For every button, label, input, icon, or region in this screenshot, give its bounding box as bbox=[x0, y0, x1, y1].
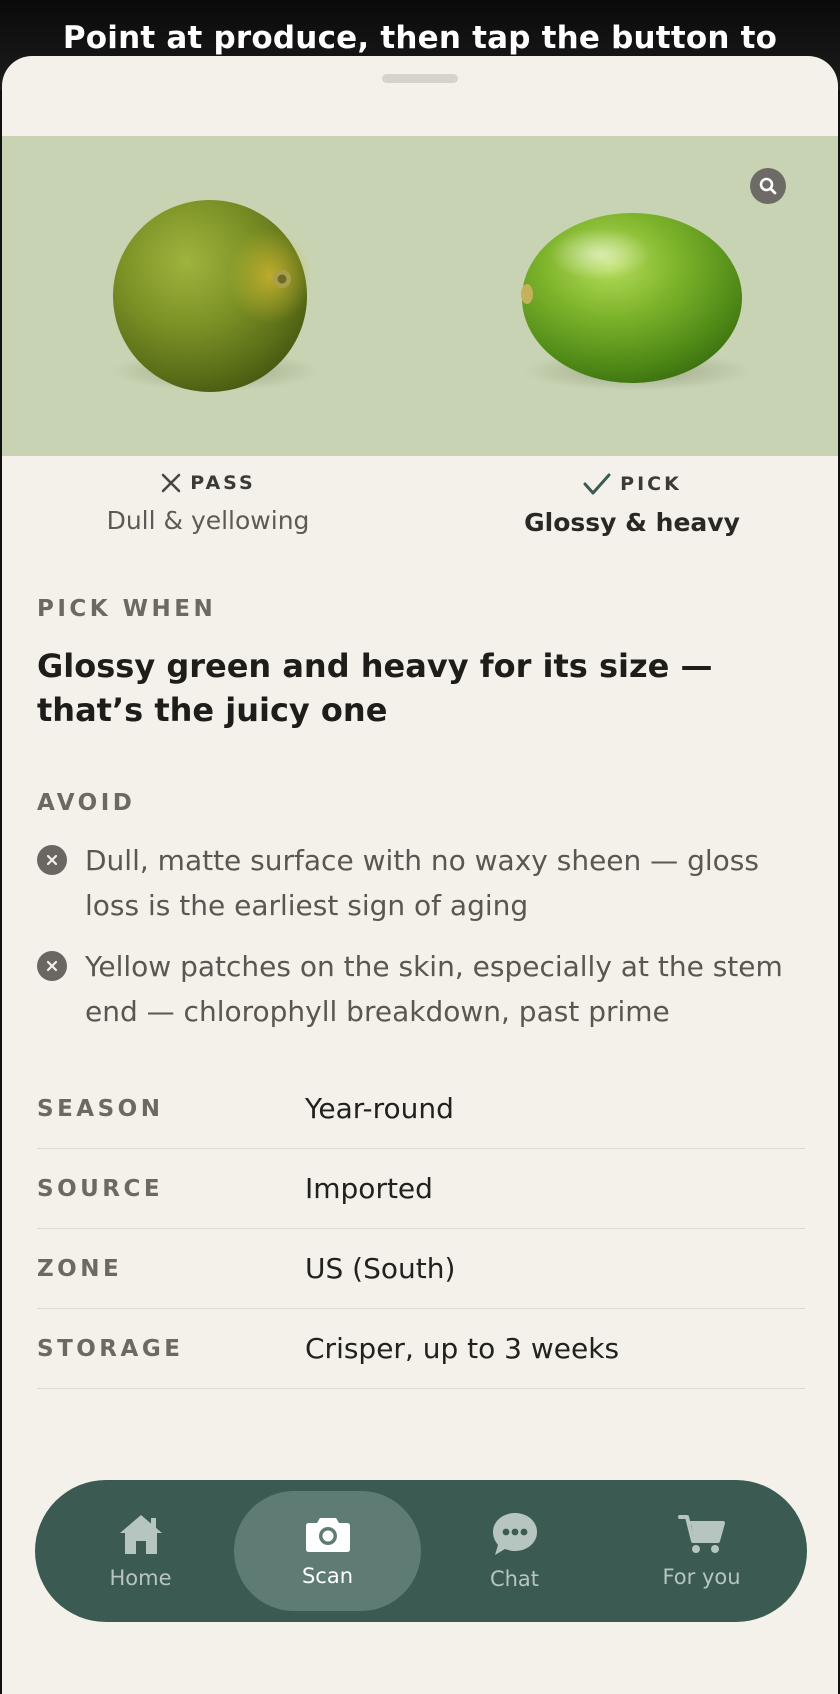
nav-scan[interactable]: Scan bbox=[234, 1491, 421, 1611]
nav-home[interactable]: Home bbox=[47, 1491, 234, 1611]
fact-value: Year-round bbox=[305, 1092, 454, 1125]
facts-table: SEASON Year-round SOURCE Imported ZONE U… bbox=[37, 1069, 805, 1389]
cart-icon bbox=[677, 1515, 725, 1553]
fact-key: ZONE bbox=[37, 1255, 123, 1282]
fact-row-zone: ZONE US (South) bbox=[37, 1229, 805, 1309]
nav-chat[interactable]: Chat bbox=[421, 1491, 608, 1611]
chat-icon bbox=[492, 1513, 537, 1555]
bottom-nav: Home Scan Chat For you bbox=[35, 1480, 807, 1622]
pick-when-label: PICK WHEN bbox=[37, 596, 217, 622]
x-circle-icon bbox=[37, 951, 67, 981]
fact-row-storage: STORAGE Crisper, up to 3 weeks bbox=[37, 1309, 805, 1389]
fact-value: Crisper, up to 3 weeks bbox=[305, 1332, 620, 1365]
pick-description: Glossy & heavy bbox=[524, 508, 740, 537]
pass-tag: PASS bbox=[190, 472, 256, 494]
produce-detail-sheet: PASS Dull & yellowing PICK Glossy & heav… bbox=[2, 56, 838, 1694]
nav-chat-label: Chat bbox=[489, 1567, 540, 1591]
nav-scan-label: Scan bbox=[301, 1564, 354, 1588]
zoom-button[interactable] bbox=[750, 168, 786, 204]
x-icon bbox=[161, 473, 181, 493]
avoid-item: Yellow patches on the skin, especially a… bbox=[37, 944, 817, 1034]
check-icon bbox=[583, 473, 611, 495]
pass-description: Dull & yellowing bbox=[106, 506, 310, 535]
avoid-label: AVOID bbox=[37, 790, 136, 816]
glossy-lime bbox=[521, 213, 742, 383]
avoid-item-text: Yellow patches on the skin, especially a… bbox=[85, 950, 783, 1028]
nav-for-you[interactable]: For you bbox=[608, 1491, 795, 1611]
search-icon bbox=[759, 177, 777, 195]
limes-illustration bbox=[113, 200, 742, 392]
nav-home-label: Home bbox=[109, 1566, 172, 1590]
camera-icon bbox=[305, 1518, 350, 1552]
pass-label: PASS Dull & yellowing bbox=[58, 472, 358, 535]
pick-tag: PICK bbox=[620, 473, 682, 495]
avoid-item-text: Dull, matte surface with no waxy sheen —… bbox=[85, 844, 759, 922]
dull-lime bbox=[113, 200, 312, 392]
pick-label: PICK Glossy & heavy bbox=[482, 472, 782, 537]
fact-value: US (South) bbox=[305, 1252, 456, 1285]
fact-key: SOURCE bbox=[37, 1175, 164, 1202]
fact-value: Imported bbox=[305, 1172, 433, 1205]
nav-for-you-label: For you bbox=[662, 1565, 741, 1589]
x-circle-icon bbox=[37, 845, 67, 875]
fact-row-season: SEASON Year-round bbox=[37, 1069, 805, 1149]
fact-key: SEASON bbox=[37, 1095, 164, 1122]
avoid-item: Dull, matte surface with no waxy sheen —… bbox=[37, 838, 817, 928]
pick-when-text: Glossy green and heavy for its size — th… bbox=[37, 647, 713, 729]
fact-key: STORAGE bbox=[37, 1335, 184, 1362]
comparison-image bbox=[2, 136, 838, 456]
drag-handle[interactable] bbox=[382, 74, 458, 83]
home-icon bbox=[119, 1515, 162, 1554]
fact-row-source: SOURCE Imported bbox=[37, 1149, 805, 1229]
scan-instruction: Point at produce, then tap the button to bbox=[62, 20, 778, 56]
